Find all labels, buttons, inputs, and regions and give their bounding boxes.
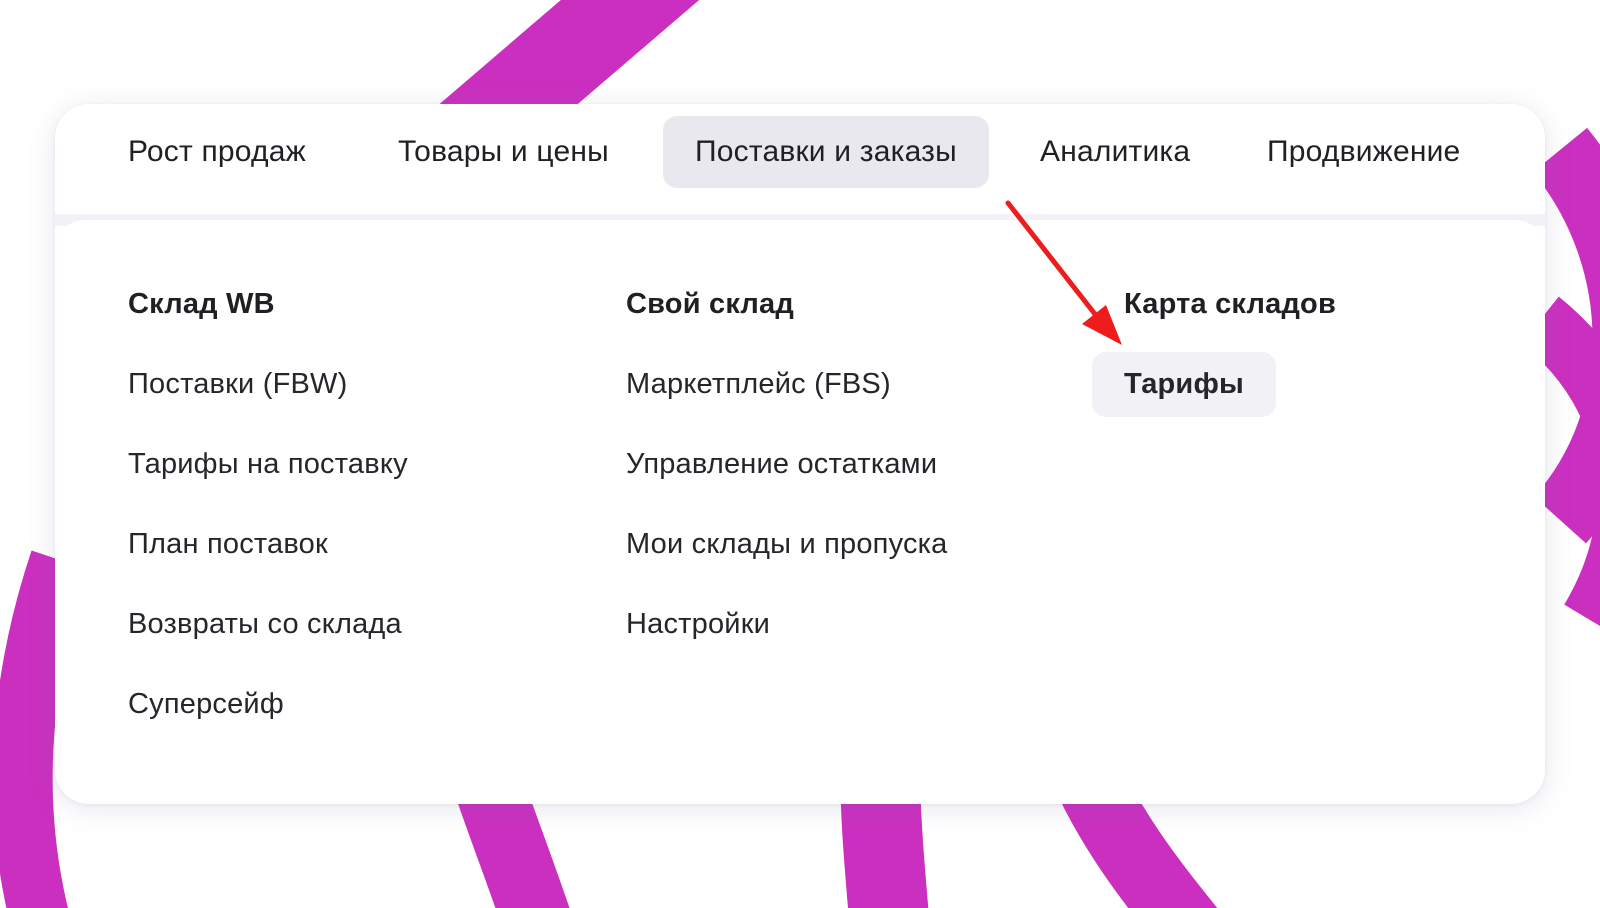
nav-item-supplies-orders[interactable]: Поставки и заказы <box>663 116 989 188</box>
menu-link-supplies-fbw[interactable]: Поставки (FBW) <box>128 368 347 401</box>
screenshot-stage: Рост продаж Товары и цены Поставки и зак… <box>0 0 1600 908</box>
dropdown-panel: Склад WB Поставки (FBW) Тарифы на постав… <box>55 220 1545 804</box>
main-nav: Рост продаж Товары и цены Поставки и зак… <box>55 104 1545 216</box>
menu-link-stock-management[interactable]: Управление остатками <box>626 448 937 481</box>
nav-item-analytics[interactable]: Аналитика <box>1040 116 1190 188</box>
nav-item-sales-growth[interactable]: Рост продаж <box>128 116 306 188</box>
menu-link-settings[interactable]: Настройки <box>626 608 770 641</box>
navigation-card: Рост продаж Товары и цены Поставки и зак… <box>55 104 1545 804</box>
menu-link-warehouse-returns[interactable]: Возвраты со склада <box>128 608 402 641</box>
menu-link-tariffs[interactable]: Тарифы <box>1092 352 1277 417</box>
menu-link-supersafe[interactable]: Суперсейф <box>128 688 284 721</box>
column-heading-own-warehouse[interactable]: Свой склад <box>626 288 794 321</box>
column-heading-warehouse-map[interactable]: Карта складов <box>1124 288 1336 321</box>
menu-link-my-warehouses-passes[interactable]: Мои склады и пропуска <box>626 528 948 561</box>
nav-item-goods-prices[interactable]: Товары и цены <box>398 116 609 188</box>
menu-link-supply-plan[interactable]: План поставок <box>128 528 328 561</box>
menu-link-marketplace-fbs[interactable]: Маркетплейс (FBS) <box>626 368 891 401</box>
menu-link-supply-tariffs[interactable]: Тарифы на поставку <box>128 448 408 481</box>
top-navigation-bar: Рост продаж Товары и цены Поставки и зак… <box>55 104 1545 216</box>
column-heading-wb-warehouse[interactable]: Склад WB <box>128 288 275 321</box>
nav-item-promotion[interactable]: Продвижение <box>1267 116 1460 188</box>
